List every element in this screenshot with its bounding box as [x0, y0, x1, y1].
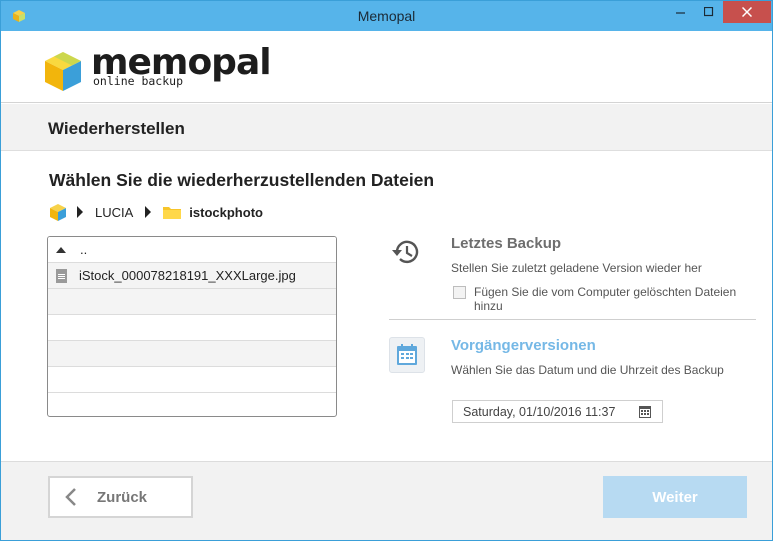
computer-cube-icon[interactable] — [49, 203, 67, 222]
up-arrow-icon — [56, 246, 66, 253]
breadcrumb-separator-icon — [145, 206, 152, 218]
title-bar: Memopal — [1, 1, 772, 31]
back-button-label: Zurück — [97, 488, 148, 506]
folder-icon — [163, 207, 182, 219]
calendar-icon — [397, 344, 417, 365]
section-header: Wiederherstellen — [1, 104, 772, 151]
previous-versions-icon-box[interactable] — [389, 337, 425, 373]
file-name: iStock_000078218191_XXXLarge.jpg — [79, 268, 296, 283]
next-button[interactable]: Weiter — [603, 476, 747, 518]
options-divider — [389, 319, 756, 320]
logo-tagline: online backup — [93, 74, 184, 88]
list-item-file[interactable]: iStock_000078218191_XXXLarge.jpg — [48, 263, 336, 289]
close-button[interactable] — [723, 1, 771, 23]
app-header: memopal online backup — [1, 31, 772, 103]
list-item-parent-folder[interactable]: .. — [48, 237, 336, 263]
list-item-empty — [48, 367, 336, 393]
maximize-button[interactable] — [695, 1, 723, 23]
list-item-empty — [48, 315, 336, 341]
file-icon — [56, 268, 67, 283]
minimize-icon — [676, 12, 685, 14]
parent-folder-label: .. — [80, 242, 88, 257]
breadcrumb-computer[interactable]: LUCIA — [95, 205, 133, 220]
include-deleted-checkbox[interactable] — [453, 286, 466, 299]
section-title: Wiederherstellen — [48, 119, 185, 138]
calendar-icon[interactable] — [638, 404, 652, 419]
maximize-icon — [704, 7, 714, 17]
list-item-empty — [48, 341, 336, 367]
close-icon — [742, 7, 752, 17]
breadcrumb-folder[interactable]: istockphoto — [189, 205, 263, 220]
memopal-logo-icon — [45, 52, 81, 91]
latest-backup-description: Stellen Sie zuletzt geladene Version wie… — [451, 261, 702, 275]
breadcrumb-separator-icon — [77, 206, 83, 218]
history-icon — [392, 240, 419, 264]
page-heading: Wählen Sie die wiederherzustellenden Dat… — [49, 170, 435, 190]
file-list[interactable]: .. iStock_000078218191_XXXLarge.jpg — [47, 236, 337, 417]
footer-bar: Zurück Weiter — [1, 461, 772, 540]
back-button[interactable]: Zurück — [48, 476, 193, 518]
minimize-button[interactable] — [667, 1, 695, 23]
previous-versions-description: Wählen Sie das Datum und die Uhrzeit des… — [451, 363, 724, 377]
memopal-window: Memopal memopal online backup Wiederhers… — [0, 0, 773, 541]
chevron-left-icon — [65, 488, 76, 506]
backup-datetime-value: Saturday, 01/10/2016 11:37 — [463, 405, 616, 419]
include-deleted-label[interactable]: Fügen Sie die vom Computer gelöschten Da… — [474, 285, 764, 313]
latest-backup-option[interactable]: Letztes Backup — [451, 235, 561, 252]
window-title: Memopal — [357, 8, 416, 24]
list-item-empty — [48, 289, 336, 315]
breadcrumb: LUCIA istockphoto — [49, 201, 263, 223]
previous-versions-option[interactable]: Vorgängerversionen — [451, 337, 596, 354]
backup-datetime-picker[interactable]: Saturday, 01/10/2016 11:37 — [452, 400, 663, 423]
